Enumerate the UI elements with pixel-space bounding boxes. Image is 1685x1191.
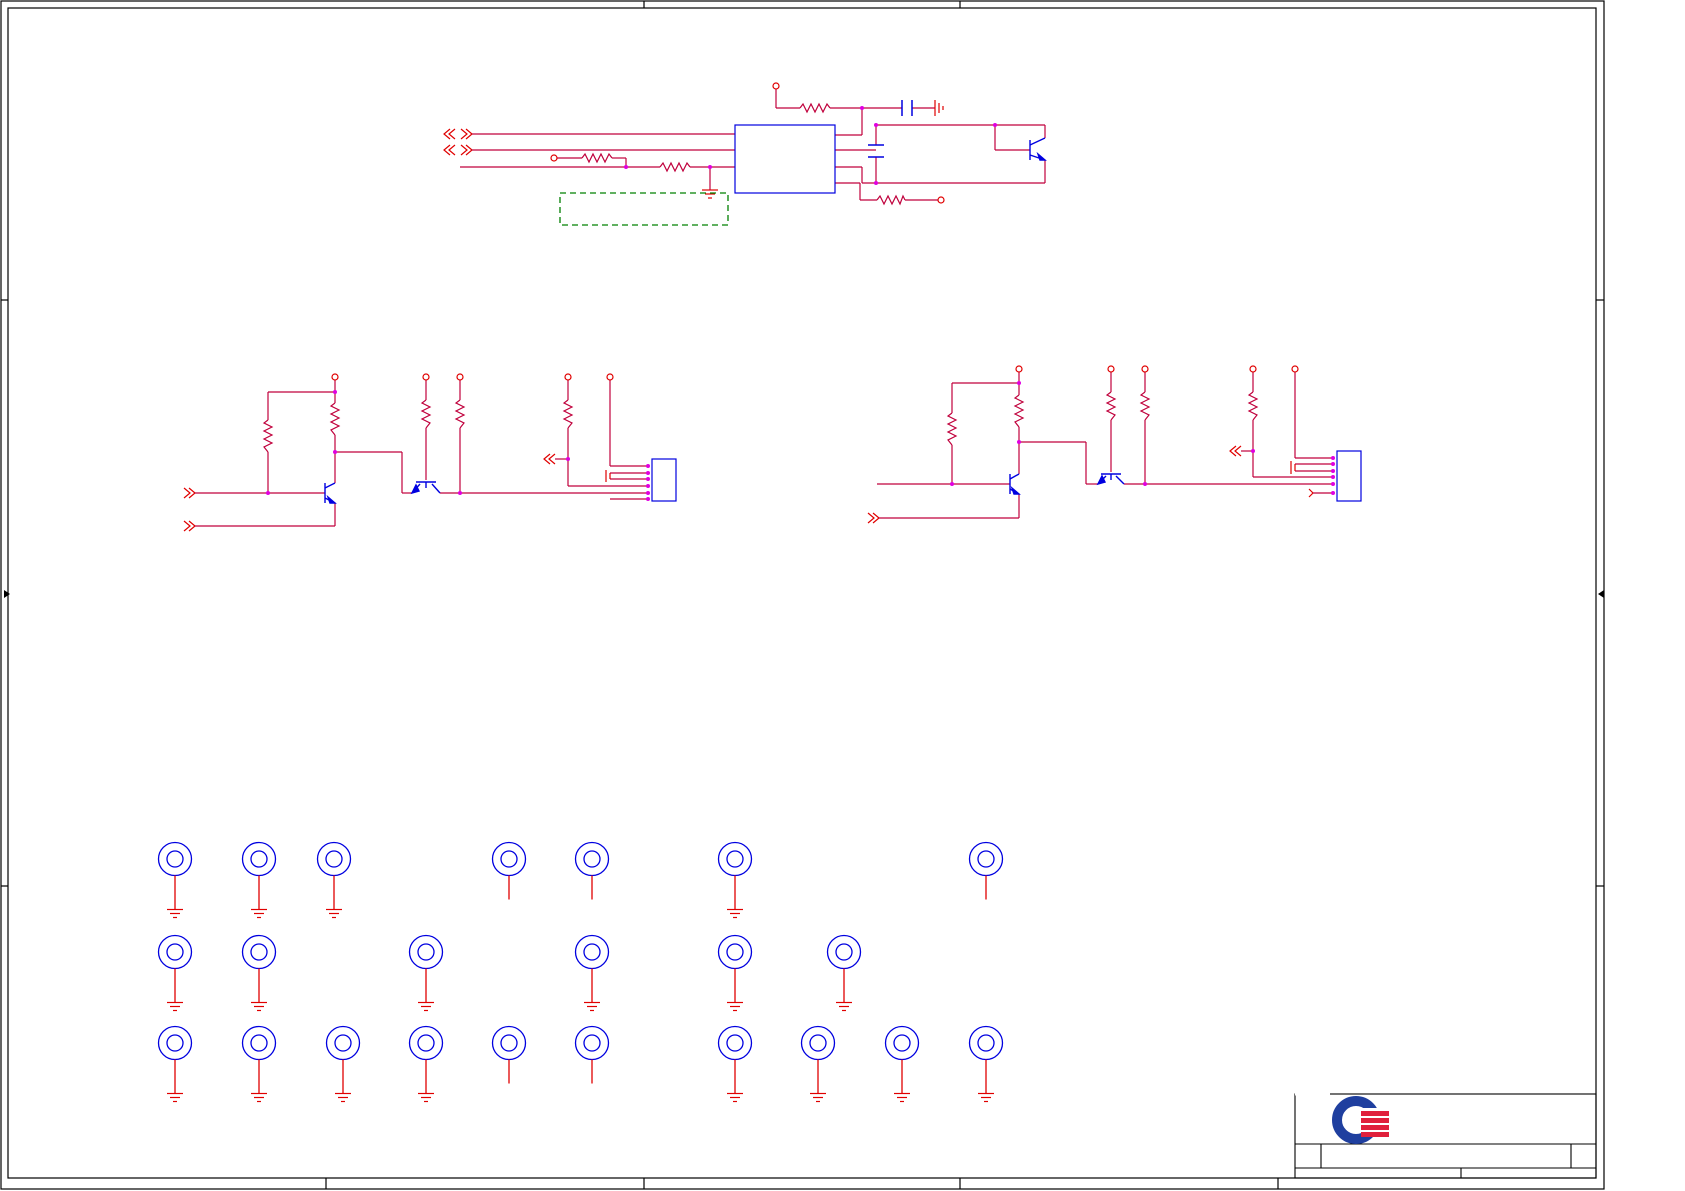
- ground-icon: [167, 1092, 183, 1103]
- schematic-sheet: [0, 0, 1605, 1190]
- sheet-frame: [0, 0, 1605, 1190]
- npn-transistor-icon: [324, 482, 337, 504]
- ground-icon: [418, 1092, 434, 1103]
- ic-chip: [734, 124, 836, 194]
- mounting-hole-icon: [800, 1025, 836, 1103]
- ground-icon: [251, 1092, 267, 1103]
- mounting-hole-icon: [241, 934, 277, 1012]
- keepout-region: [559, 192, 729, 226]
- connector-header-icon: [651, 458, 677, 502]
- mounting-hole-icon: [491, 841, 527, 900]
- power-port-icon: [550, 82, 945, 204]
- frame-center-markers: [4, 590, 1604, 598]
- mounting-hole-icon: [968, 1025, 1004, 1103]
- mounting-hole-icon: [574, 841, 610, 900]
- offpage-connector-icon: [443, 128, 473, 156]
- mounting-holes-group: [157, 841, 1004, 1103]
- mosfet-icon: [410, 481, 441, 495]
- ground-icon: [326, 908, 342, 919]
- ground-icon: [605, 470, 611, 482]
- ground-icon: [727, 1092, 743, 1103]
- npn-transistor-icon: [1009, 473, 1021, 495]
- resistor-icon: [581, 102, 906, 206]
- ground-icon: [727, 908, 743, 919]
- company-logo-icon: [1332, 1096, 1389, 1144]
- resistor-icon: [262, 399, 574, 453]
- top-ic-circuit: [443, 82, 1047, 226]
- ground-icon: [418, 1001, 434, 1012]
- mosfet-icon: [1096, 473, 1125, 486]
- junction-dots: [624, 106, 997, 185]
- mounting-hole-icon: [717, 934, 753, 1012]
- mounting-hole-icon: [574, 934, 610, 1012]
- right-driver-circuit: [867, 365, 1362, 524]
- left-circuit-wires: [195, 380, 648, 527]
- mounting-hole-icon: [826, 934, 862, 1012]
- mounting-hole-icon: [157, 1025, 193, 1103]
- right-circuit-wires: [877, 372, 1333, 519]
- outer-border: [0, 0, 1605, 1190]
- npn-transistor-icon: [1029, 137, 1047, 161]
- mounting-hole-icon: [717, 1025, 753, 1103]
- mounting-hole-icon: [157, 841, 193, 919]
- inner-border: [7, 7, 1597, 1179]
- junction-dots: [950, 381, 1335, 495]
- ground-icon: [1290, 461, 1296, 474]
- mounting-hole-icon: [325, 1025, 361, 1103]
- mounting-hole-icon: [968, 841, 1004, 900]
- ground-icon: [836, 1001, 852, 1012]
- mounting-hole-icon: [316, 841, 352, 919]
- mounting-hole-icon: [884, 1025, 920, 1103]
- mounting-hole-icon: [408, 934, 444, 1012]
- mounting-hole-icon: [717, 841, 753, 919]
- ground-icon: [251, 1001, 267, 1012]
- ground-icon: [727, 1001, 743, 1012]
- mounting-hole-icon: [157, 934, 193, 1012]
- ground-icon: [167, 1001, 183, 1012]
- junction-dots: [266, 390, 650, 501]
- ground-icon: [167, 908, 183, 919]
- mounting-hole-icon: [574, 1025, 610, 1084]
- mounting-hole-icon: [241, 1025, 277, 1103]
- top-circuit-wires: [460, 89, 1046, 201]
- resistor-icon: [946, 391, 1259, 446]
- mounting-hole-icon: [408, 1025, 444, 1103]
- left-driver-circuit: [183, 373, 677, 532]
- power-port-icon: [1015, 365, 1299, 373]
- ground-icon: [584, 1001, 600, 1012]
- mounting-hole-icon: [491, 1025, 527, 1084]
- ground-icon: [335, 1092, 351, 1103]
- ground-icon: [810, 1092, 826, 1103]
- power-port-icon: [331, 373, 614, 381]
- ground-icon: [978, 1092, 994, 1103]
- ground-icon: [894, 1092, 910, 1103]
- ground-icon: [251, 908, 267, 919]
- connector-header-icon: [1336, 450, 1362, 502]
- mounting-hole-icon: [241, 841, 277, 919]
